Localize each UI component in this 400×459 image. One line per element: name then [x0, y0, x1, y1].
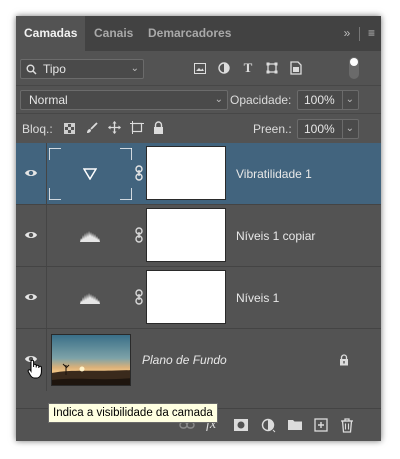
filter-row: Tipo ⌄ T — [16, 51, 381, 85]
fill-value: 100% — [304, 122, 335, 136]
type-layer-filter-icon[interactable]: T — [240, 60, 256, 76]
vibrance-icon — [83, 168, 97, 180]
blend-mode-value: Normal — [29, 93, 68, 107]
filter-kind-label: Tipo — [43, 62, 66, 76]
eye-icon[interactable] — [24, 167, 38, 179]
new-layer-icon[interactable] — [313, 417, 329, 433]
background-thumbnail[interactable] — [51, 334, 131, 386]
lock-label: Bloq.: — [22, 122, 53, 136]
fill-field[interactable]: 100% ⌄ — [297, 119, 359, 139]
layer-mask-thumbnail[interactable] — [146, 146, 226, 200]
link-icon[interactable] — [134, 227, 144, 243]
visibility-tooltip: Indica a visibilidade da camada — [48, 403, 218, 423]
visibility-column — [16, 205, 47, 266]
panel-tab-bar: Camadas Canais Demarcadores » ≡ — [16, 16, 381, 51]
eye-icon[interactable] — [24, 291, 38, 303]
lock-all-icon[interactable] — [153, 121, 164, 134]
adjustment-layer-filter-icon[interactable] — [218, 62, 230, 74]
link-icon[interactable] — [134, 165, 144, 181]
hand-cursor-icon — [27, 359, 42, 379]
layer-row-vibrance[interactable]: Vibratilidade 1 — [16, 143, 381, 205]
lock-position-icon[interactable] — [108, 121, 121, 134]
layer-row-background[interactable]: Plano de Fundo — [16, 329, 381, 391]
blend-row: Normal ⌄ Opacidade: 100% ⌄ — [16, 85, 381, 114]
new-adjustment-layer-icon[interactable] — [261, 417, 277, 433]
filter-kind-select[interactable]: Tipo ⌄ — [20, 59, 144, 79]
adjustment-thumbnail[interactable] — [49, 210, 132, 262]
layer-row-levels[interactable]: Níveis 1 — [16, 267, 381, 329]
panel-menu-icon[interactable]: ≡ — [368, 26, 375, 40]
layer-row-levels-copy[interactable]: Níveis 1 copiar — [16, 205, 381, 267]
divider — [358, 26, 360, 41]
search-icon — [26, 64, 37, 75]
opacity-field[interactable]: 100% ⌄ — [297, 90, 359, 110]
fill-label: Preen.: — [253, 122, 292, 136]
opacity-label: Opacidade: — [230, 93, 292, 107]
trash-icon[interactable] — [339, 417, 355, 433]
opacity-value: 100% — [304, 93, 335, 107]
filter-toggle-switch[interactable] — [349, 57, 359, 79]
smart-object-filter-icon[interactable] — [290, 61, 302, 75]
chevron-down-icon: ⌄ — [130, 63, 139, 74]
tab-camadas[interactable]: Camadas — [16, 16, 86, 51]
chevron-down-icon[interactable]: ⌄ — [341, 91, 354, 109]
levels-icon — [80, 293, 100, 304]
layer-mask-thumbnail[interactable] — [146, 270, 226, 324]
chevron-down-icon: ⌄ — [214, 94, 223, 105]
lock-transparent-pixels-icon[interactable] — [64, 123, 75, 134]
add-mask-icon[interactable] — [233, 417, 249, 433]
lock-image-pixels-icon[interactable] — [86, 122, 98, 134]
expand-panels-icon[interactable]: » — [344, 26, 351, 40]
chevron-down-icon[interactable]: ⌄ — [341, 120, 354, 138]
lock-row: Bloq.: Preen.: 100% ⌄ — [16, 113, 381, 144]
layers-list: Vibratilidade 1 Níveis 1 copiar Níveis 1… — [16, 143, 381, 408]
layer-name[interactable]: Níveis 1 copiar — [236, 205, 315, 267]
prevent-auto-nesting-icon[interactable] — [130, 121, 144, 134]
visibility-column — [16, 329, 47, 391]
link-icon[interactable] — [134, 289, 144, 305]
layer-mask-thumbnail[interactable] — [146, 208, 226, 262]
adjustment-thumbnail[interactable] — [49, 148, 132, 200]
tab-demarcadores[interactable]: Demarcadores — [148, 16, 231, 51]
shape-layer-filter-icon[interactable] — [266, 62, 278, 74]
levels-icon — [80, 231, 100, 242]
layer-name[interactable]: Níveis 1 — [236, 267, 279, 329]
blend-mode-select[interactable]: Normal ⌄ — [20, 90, 228, 110]
pixel-layer-filter-icon[interactable] — [194, 63, 206, 74]
layer-name[interactable]: Plano de Fundo — [142, 329, 227, 391]
eye-icon[interactable] — [24, 229, 38, 241]
visibility-column — [16, 267, 47, 328]
adjustment-thumbnail[interactable] — [49, 272, 132, 324]
visibility-column — [16, 143, 47, 204]
panel-menu-area: » ≡ — [344, 16, 375, 51]
tab-canais[interactable]: Canais — [94, 16, 133, 51]
lock-icon — [340, 354, 348, 366]
landscape-image — [52, 335, 130, 385]
layer-name[interactable]: Vibratilidade 1 — [236, 143, 312, 205]
new-group-folder-icon[interactable] — [287, 417, 303, 433]
layers-panel: Camadas Canais Demarcadores » ≡ Tipo ⌄ T — [16, 16, 381, 441]
